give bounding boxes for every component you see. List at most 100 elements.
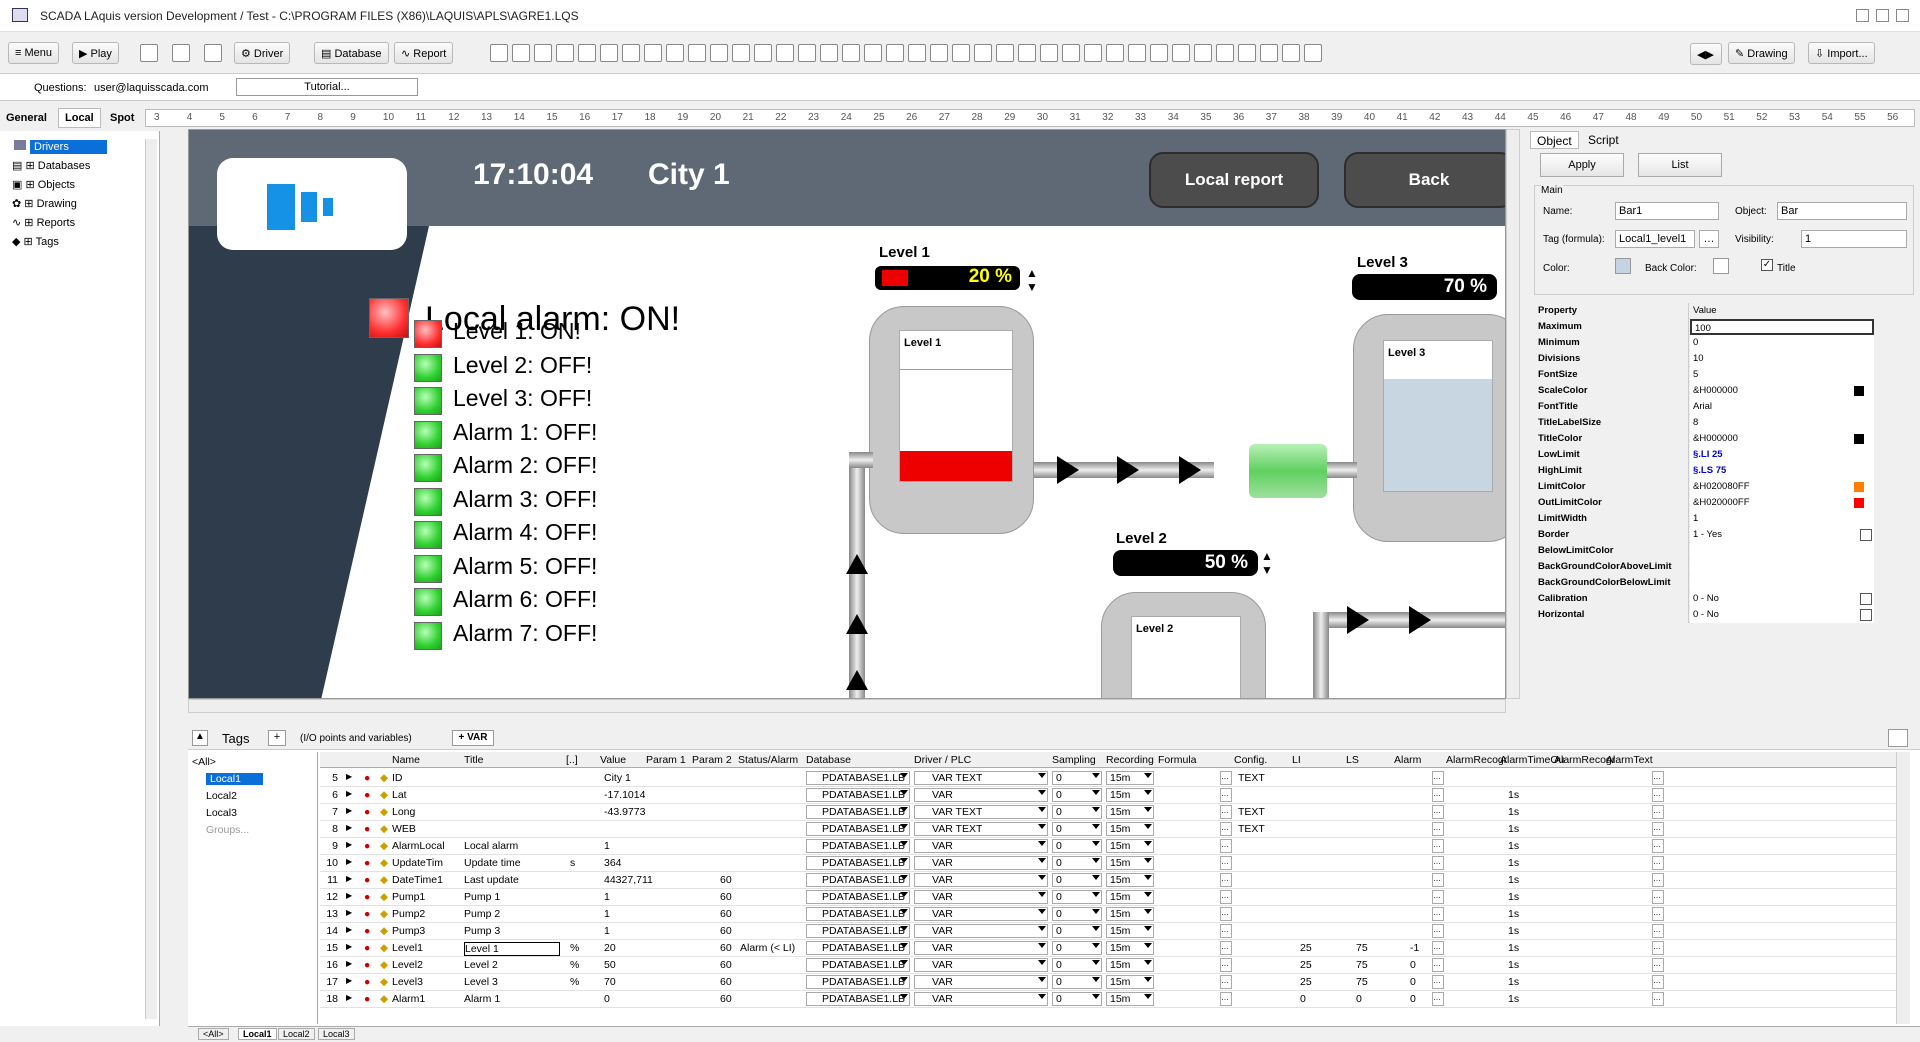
tab-general[interactable]: General (6, 112, 47, 124)
driver-dropdown-icon[interactable] (1038, 773, 1046, 778)
sampling-dropdown-icon[interactable] (1092, 909, 1100, 914)
tool-icon[interactable] (842, 44, 860, 62)
column-header[interactable]: LI (1292, 754, 1301, 766)
sampling-dropdown-icon[interactable] (1092, 790, 1100, 795)
play-button[interactable]: ▶ Play (72, 42, 119, 64)
alarm-button[interactable]: … (1432, 907, 1444, 921)
alarm-timeout[interactable]: 1s (1508, 857, 1519, 869)
sampling-dropdown-icon[interactable] (1092, 977, 1100, 982)
formula-button[interactable]: … (1220, 788, 1232, 802)
tool-icon[interactable] (578, 44, 596, 62)
property-row[interactable]: LimitColor &H020080FF (1534, 479, 1874, 495)
database-dropdown-icon[interactable] (900, 943, 908, 948)
table-row[interactable]: 8 ▶ ● ◆ WEB PDATABASE1.LB VAR TEXT 0 15m … TEXT … 1s… (320, 821, 1910, 838)
row-record-icon[interactable]: ● (364, 823, 370, 835)
tag-unit[interactable]: s (570, 857, 575, 869)
property-value[interactable]: 10 (1690, 351, 1874, 367)
column-header[interactable]: Recording (1106, 754, 1154, 766)
tool-icon[interactable] (1216, 44, 1234, 62)
formula-button[interactable]: … (1220, 924, 1232, 938)
column-header[interactable]: Config. (1234, 754, 1267, 766)
row-record-icon[interactable]: ● (364, 772, 370, 784)
driver-dropdown-icon[interactable] (1038, 892, 1046, 897)
alarm-text-button[interactable]: … (1652, 975, 1664, 989)
row-play-icon[interactable]: ▶ (346, 806, 352, 815)
row-play-icon[interactable]: ▶ (346, 925, 352, 934)
name-field[interactable]: Bar1 (1615, 202, 1719, 220)
list-button[interactable]: List (1638, 153, 1722, 177)
row-play-icon[interactable]: ▶ (346, 789, 352, 798)
tool-icon[interactable] (1018, 44, 1036, 62)
property-value[interactable]: 0 - No (1690, 607, 1874, 623)
formula-button[interactable]: … (1220, 941, 1232, 955)
tab-object[interactable]: Object (1530, 131, 1579, 149)
driver-button[interactable]: ⚙ Driver (234, 42, 291, 64)
property-row[interactable]: Minimum 0 (1534, 335, 1874, 351)
property-row[interactable]: OutLimitColor &H020000FF (1534, 495, 1874, 511)
recording-dropdown-icon[interactable] (1144, 892, 1152, 897)
object-select[interactable]: Bar (1777, 202, 1907, 220)
tag-name[interactable]: Pump3 (392, 925, 460, 937)
tag-value[interactable]: -17.1014 (604, 789, 645, 801)
tab-group-1[interactable]: Local1 (238, 1028, 277, 1040)
restore-icon[interactable] (1856, 9, 1869, 22)
property-row[interactable]: Calibration 0 - No (1534, 591, 1874, 607)
property-value[interactable]: &H020000FF (1690, 495, 1874, 511)
tool-icon[interactable] (600, 44, 618, 62)
driver-dropdown-icon[interactable] (1038, 977, 1046, 982)
property-row[interactable]: HighLimit §.LS 75 (1534, 463, 1874, 479)
driver-dropdown-icon[interactable] (1038, 943, 1046, 948)
tool-icon[interactable] (1194, 44, 1212, 62)
tool-icon[interactable] (820, 44, 838, 62)
tool-icon[interactable] (952, 44, 970, 62)
table-row[interactable]: 9 ▶ ● ◆ AlarmLocal Local alarm 1 PDATABASE1.LB V… (320, 838, 1910, 855)
tag-name[interactable]: Lat (392, 789, 460, 801)
alarm-timeout[interactable]: 1s (1508, 908, 1519, 920)
sampling-dropdown-icon[interactable] (1092, 892, 1100, 897)
alarm-timeout[interactable]: 1s (1508, 806, 1519, 818)
tag-name[interactable]: DateTime1 (392, 874, 460, 886)
database-dropdown-icon[interactable] (900, 773, 908, 778)
formula-button[interactable]: … (1220, 958, 1232, 972)
table-row[interactable]: 18 ▶ ● ◆ Alarm1 Alarm 1 0 60 PDATABASE1.LB VAR 0 15… (320, 991, 1910, 1008)
tag-name[interactable]: AlarmLocal (392, 840, 460, 852)
dropdown-icon[interactable] (1860, 529, 1872, 541)
tag-value[interactable]: 70 (604, 976, 616, 988)
tree-scrollbar[interactable] (145, 139, 157, 1019)
column-header[interactable]: Database (806, 754, 851, 766)
tool-icon[interactable] (556, 44, 574, 62)
column-header[interactable]: Status/Alarm (738, 754, 798, 766)
tool-icon[interactable] (1282, 44, 1300, 62)
tool-icon[interactable] (754, 44, 772, 62)
tag-param2[interactable]: 60 (720, 908, 732, 920)
tag-value[interactable]: 20 (604, 942, 616, 954)
alarm-timeout[interactable]: 1s (1508, 976, 1519, 988)
sampling-dropdown-icon[interactable] (1092, 807, 1100, 812)
tag-title[interactable]: Local alarm (464, 840, 560, 852)
row-play-icon[interactable]: ▶ (346, 993, 352, 1002)
add-var-button[interactable]: + VAR (452, 730, 494, 746)
dropdown-icon[interactable] (1860, 593, 1872, 605)
alarm-timeout[interactable]: 1s (1508, 959, 1519, 971)
tool-icon[interactable] (490, 44, 508, 62)
tag-param2[interactable]: 60 (720, 874, 732, 886)
recording-dropdown-icon[interactable] (1144, 773, 1152, 778)
tool-icon[interactable] (1150, 44, 1168, 62)
property-value[interactable] (1690, 543, 1874, 559)
table-row[interactable]: 6 ▶ ● ◆ Lat -17.1014 PDATABASE1.LB VAR 0 15m…… 1s… (320, 787, 1910, 804)
alarm-text-button[interactable]: … (1652, 771, 1664, 785)
group-item[interactable]: Local3 (206, 807, 237, 819)
property-value[interactable]: 5 (1690, 367, 1874, 383)
database-dropdown-icon[interactable] (900, 807, 908, 812)
group-item[interactable]: <All> (192, 756, 216, 768)
database-dropdown-icon[interactable] (900, 875, 908, 880)
tag-param2[interactable]: 60 (720, 942, 732, 954)
tab-group-0[interactable]: <All> (198, 1028, 229, 1040)
visibility-field[interactable]: 1 (1801, 230, 1907, 248)
alarm-text-button[interactable]: … (1652, 805, 1664, 819)
alarm-button[interactable]: … (1432, 839, 1444, 853)
alarm-value[interactable]: -1 (1410, 942, 1419, 954)
driver-dropdown-icon[interactable] (1038, 994, 1046, 999)
table-row[interactable]: 13 ▶ ● ◆ Pump2 Pump 2 1 60 PDATABASE1.LB VAR 0 15m …… (320, 906, 1910, 923)
recording-dropdown-icon[interactable] (1144, 977, 1152, 982)
